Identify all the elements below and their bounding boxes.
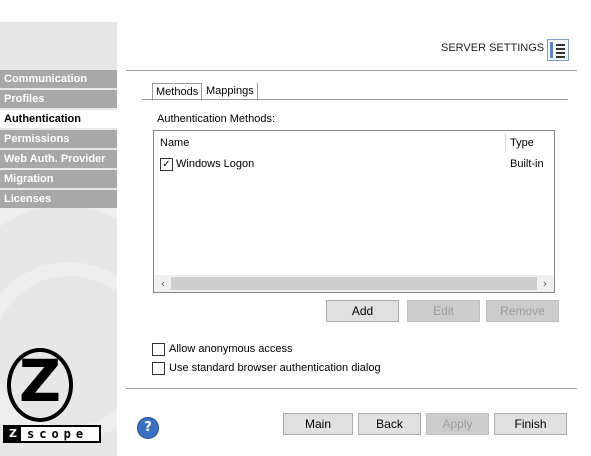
logo-wordmark: Z scope: [3, 425, 101, 443]
horizontal-scrollbar[interactable]: ‹ ›: [154, 275, 554, 292]
column-header-type[interactable]: Type: [510, 137, 534, 149]
column-header-name[interactable]: Name: [160, 137, 189, 149]
add-button[interactable]: Add: [326, 300, 399, 322]
scroll-right-icon[interactable]: ›: [538, 276, 552, 291]
tab-mappings[interactable]: Mappings: [203, 83, 258, 99]
main-button[interactable]: Main: [283, 413, 353, 435]
edit-button[interactable]: Edit: [407, 300, 480, 322]
browser-auth-dialog-checkbox[interactable]: [152, 362, 165, 375]
footer-divider: [126, 388, 577, 389]
zscope-logo: Z Z scope: [3, 344, 101, 444]
authentication-methods-label: Authentication Methods:: [157, 113, 276, 125]
apply-button[interactable]: Apply: [426, 413, 489, 435]
sidebar-item-communication[interactable]: Communication: [0, 70, 117, 88]
method-name: Windows Logon: [176, 158, 255, 170]
browser-auth-dialog-label[interactable]: Use standard browser authentication dial…: [169, 362, 381, 374]
sidebar-item-licenses[interactable]: Licenses: [0, 190, 117, 208]
allow-anonymous-checkbox[interactable]: [152, 343, 165, 356]
windows-logon-checkbox[interactable]: ✓: [160, 158, 173, 171]
allow-anonymous-label[interactable]: Allow anonymous access: [169, 343, 293, 355]
sidebar-nav: Communication Profiles Authentication Pe…: [0, 70, 117, 210]
sidebar-item-permissions[interactable]: Permissions: [0, 130, 117, 148]
tab-strip-line: [142, 99, 568, 100]
logo-word: scope: [27, 427, 89, 441]
sidebar-item-profiles[interactable]: Profiles: [0, 90, 117, 108]
column-separator[interactable]: [505, 133, 506, 151]
list-item[interactable]: ✓ Windows Logon Built-in: [154, 155, 554, 173]
finish-button[interactable]: Finish: [494, 413, 567, 435]
header-divider: [126, 70, 577, 71]
back-button[interactable]: Back: [358, 413, 421, 435]
page-title: SERVER SETTINGS: [441, 42, 545, 54]
sidebar: Communication Profiles Authentication Pe…: [0, 22, 117, 456]
help-icon[interactable]: ?: [137, 417, 159, 439]
sidebar-item-migration[interactable]: Migration: [0, 170, 117, 188]
logo-z-box: Z: [5, 427, 21, 441]
authentication-methods-list[interactable]: Name Type ✓ Windows Logon Built-in ‹ ›: [153, 130, 555, 293]
sidebar-item-authentication[interactable]: Authentication: [0, 110, 117, 128]
method-type: Built-in: [510, 158, 544, 170]
sidebar-item-web-auth-provider[interactable]: Web Auth. Provider: [0, 150, 117, 168]
server-settings-icon: [547, 39, 569, 61]
logo-letter: Z: [19, 347, 62, 415]
remove-button[interactable]: Remove: [486, 300, 559, 322]
scroll-left-icon[interactable]: ‹: [156, 276, 170, 291]
scrollbar-thumb[interactable]: [171, 277, 537, 290]
